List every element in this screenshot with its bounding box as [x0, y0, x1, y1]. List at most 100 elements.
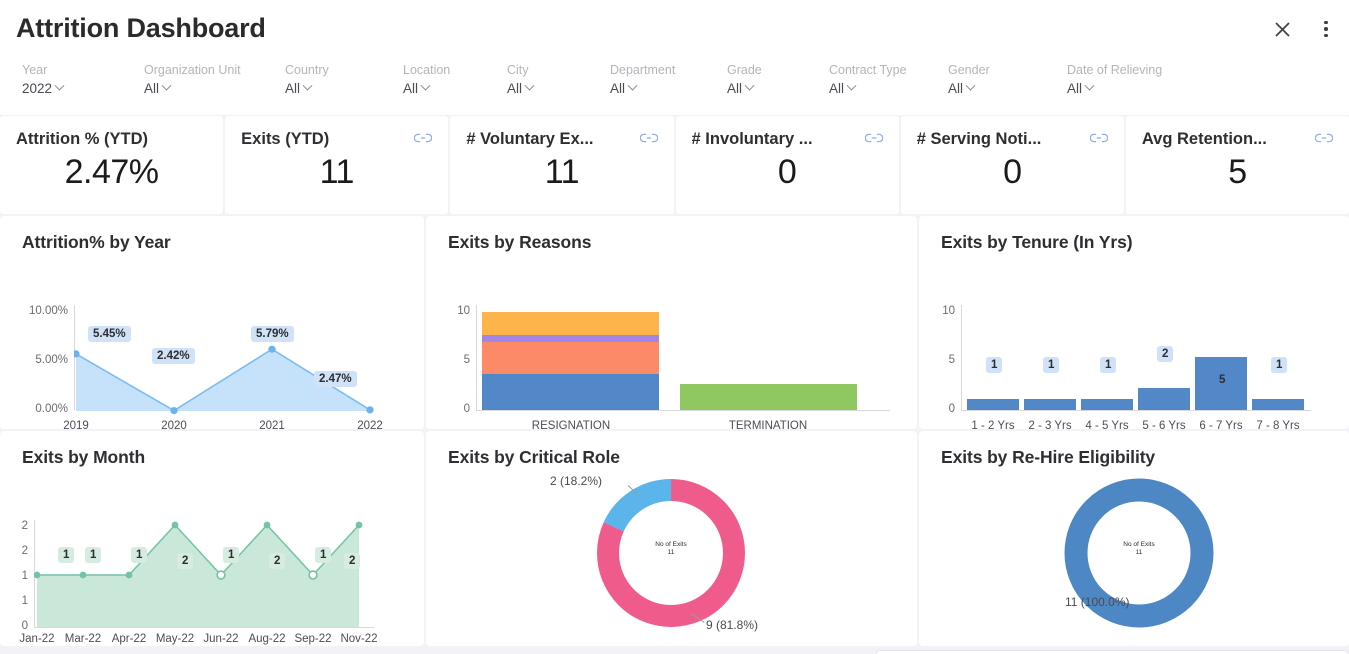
kpi-header: # Voluntary Ex... — [466, 130, 657, 149]
data-label: 1 — [85, 547, 101, 563]
bar-segment — [482, 335, 659, 342]
x-axis-line — [476, 410, 890, 411]
y-tick: 2 — [6, 545, 28, 557]
link-icon[interactable] — [414, 131, 432, 149]
kpi-title: # Involuntary ... — [692, 130, 813, 149]
filter-location[interactable]: Location All — [403, 62, 507, 98]
filter-value[interactable]: All — [610, 79, 727, 98]
donut-center-value: 11 — [1079, 549, 1199, 557]
chart-row-2: Exits by Month 2 2 1 1 0 — [0, 431, 1349, 646]
chevron-down-icon — [847, 81, 857, 91]
filter-value[interactable]: All — [507, 79, 610, 98]
donut-center-label: No of Exits 11 — [1079, 541, 1199, 557]
y-tick: 10.00% — [6, 305, 68, 317]
dashboard-app: Attrition Dashboard Year 2022 Organizati… — [0, 0, 1349, 654]
link-icon[interactable] — [1090, 131, 1108, 149]
kpi-card-exits-ytd[interactable]: Exits (YTD) 11 — [225, 116, 448, 214]
x-axis-line — [961, 410, 1311, 411]
filter-organization-unit[interactable]: Organization Unit All — [144, 62, 285, 98]
kpi-card-involuntary-exits[interactable]: # Involuntary ... 0 — [676, 116, 899, 214]
card-title: Exits by Reasons — [426, 216, 917, 253]
filter-bar: Year 2022 Organization Unit All Country … — [22, 62, 1162, 98]
kpi-card-serving-notice[interactable]: # Serving Noti... 0 — [901, 116, 1124, 214]
dashboard-header: Attrition Dashboard Year 2022 Organizati… — [0, 0, 1349, 115]
filter-value[interactable]: All — [727, 79, 829, 98]
y-tick: 5 — [925, 354, 955, 366]
y-tick: 2 — [6, 520, 28, 532]
chart-row-1: Attrition% by Year 10.00% 5.00% 0.00% — [0, 216, 1349, 429]
filter-label: Location — [403, 62, 507, 79]
filter-contract-type[interactable]: Contract Type All — [829, 62, 948, 98]
kpi-header: Attrition % (YTD) — [16, 130, 207, 149]
kpi-value: 11 — [466, 153, 657, 192]
kpi-title: # Serving Noti... — [917, 130, 1042, 149]
bar — [1081, 399, 1133, 410]
link-icon[interactable] — [865, 131, 883, 149]
window-controls — [1267, 14, 1341, 44]
data-label: 1 — [986, 357, 1002, 373]
filter-value[interactable]: All — [1067, 79, 1162, 98]
overflow-menu-button[interactable] — [1311, 14, 1341, 44]
card-exits-by-reasons[interactable]: Exits by Reasons 10 5 0 RESIGNATION TER — [426, 216, 917, 429]
kpi-title: # Voluntary Ex... — [466, 130, 593, 149]
y-axis-line — [961, 305, 962, 410]
kpi-card-voluntary-exits[interactable]: # Voluntary Ex... 11 — [450, 116, 673, 214]
close-button[interactable] — [1267, 14, 1297, 44]
filter-value[interactable]: 2022 — [22, 79, 144, 98]
filter-value[interactable]: All — [144, 79, 285, 98]
close-icon — [1274, 21, 1291, 38]
donut-center-title: No of Exits — [611, 541, 731, 549]
y-tick: 1 — [6, 595, 28, 607]
filter-date-of-relieving[interactable]: Date of Relieving All — [1067, 62, 1162, 98]
card-title: Attrition% by Year — [0, 216, 424, 253]
filter-value[interactable]: All — [403, 79, 507, 98]
link-icon[interactable] — [640, 131, 658, 149]
filter-value-text: All — [285, 79, 300, 98]
card-exits-by-critical-role[interactable]: Exits by Critical Role No of Exits 11 2 … — [426, 431, 917, 646]
filter-value-text: 2022 — [22, 79, 52, 98]
y-tick: 10 — [434, 305, 470, 317]
kpi-row: Attrition % (YTD) 2.47% Exits (YTD) 11 #… — [0, 116, 1349, 214]
link-icon[interactable] — [1315, 131, 1333, 149]
kpi-header: # Involuntary ... — [692, 130, 883, 149]
y-tick: 5.00% — [6, 354, 68, 366]
filter-country[interactable]: Country All — [285, 62, 403, 98]
data-label: 2 — [269, 553, 285, 569]
filter-department[interactable]: Department All — [610, 62, 727, 98]
data-label: 1 — [58, 547, 74, 563]
data-label: 2 — [177, 553, 193, 569]
next-card-partial[interactable] — [875, 650, 1349, 654]
kpi-value: 5 — [1142, 153, 1333, 192]
card-exits-by-rehire-eligibility[interactable]: Exits by Re-Hire Eligibility No of Exits… — [919, 431, 1349, 646]
filter-value[interactable]: All — [948, 79, 1067, 98]
data-label: 2.47% — [314, 371, 357, 387]
y-tick: 0 — [434, 403, 470, 415]
bar-segment — [482, 342, 659, 374]
bar — [1024, 399, 1076, 410]
kpi-value: 2.47% — [16, 153, 207, 192]
y-tick: 0.00% — [6, 403, 68, 415]
card-exits-by-month[interactable]: Exits by Month 2 2 1 1 0 — [0, 431, 424, 646]
chart-grid: Attrition% by Year 10.00% 5.00% 0.00% — [0, 216, 1349, 648]
card-exits-by-tenure[interactable]: Exits by Tenure (In Yrs) 10 5 0 1 1 1 — [919, 216, 1349, 429]
filter-label: Date of Relieving — [1067, 62, 1162, 79]
chevron-down-icon — [162, 81, 172, 91]
exits-by-month-area-series — [34, 518, 378, 633]
filter-city[interactable]: City All — [507, 62, 610, 98]
filter-year[interactable]: Year 2022 — [22, 62, 144, 98]
filter-grade[interactable]: Grade All — [727, 62, 829, 98]
filter-label: Year — [22, 62, 144, 79]
kpi-card-avg-retention[interactable]: Avg Retention... 5 — [1126, 116, 1349, 214]
slice-label-critical: 9 (81.8%) — [706, 618, 758, 632]
filter-gender[interactable]: Gender All — [948, 62, 1067, 98]
filter-value[interactable]: All — [829, 79, 948, 98]
bar — [1138, 388, 1190, 410]
kpi-title: Avg Retention... — [1142, 130, 1267, 149]
filter-label: Grade — [727, 62, 829, 79]
card-attrition-by-year[interactable]: Attrition% by Year 10.00% 5.00% 0.00% — [0, 216, 424, 429]
card-title: Exits by Re-Hire Eligibility — [919, 431, 1349, 468]
y-tick: 10 — [925, 305, 955, 317]
filter-value[interactable]: All — [285, 79, 403, 98]
slice-label-non-critical: 2 (18.2%) — [550, 474, 602, 488]
kpi-card-attrition-percent-ytd[interactable]: Attrition % (YTD) 2.47% — [0, 116, 223, 214]
